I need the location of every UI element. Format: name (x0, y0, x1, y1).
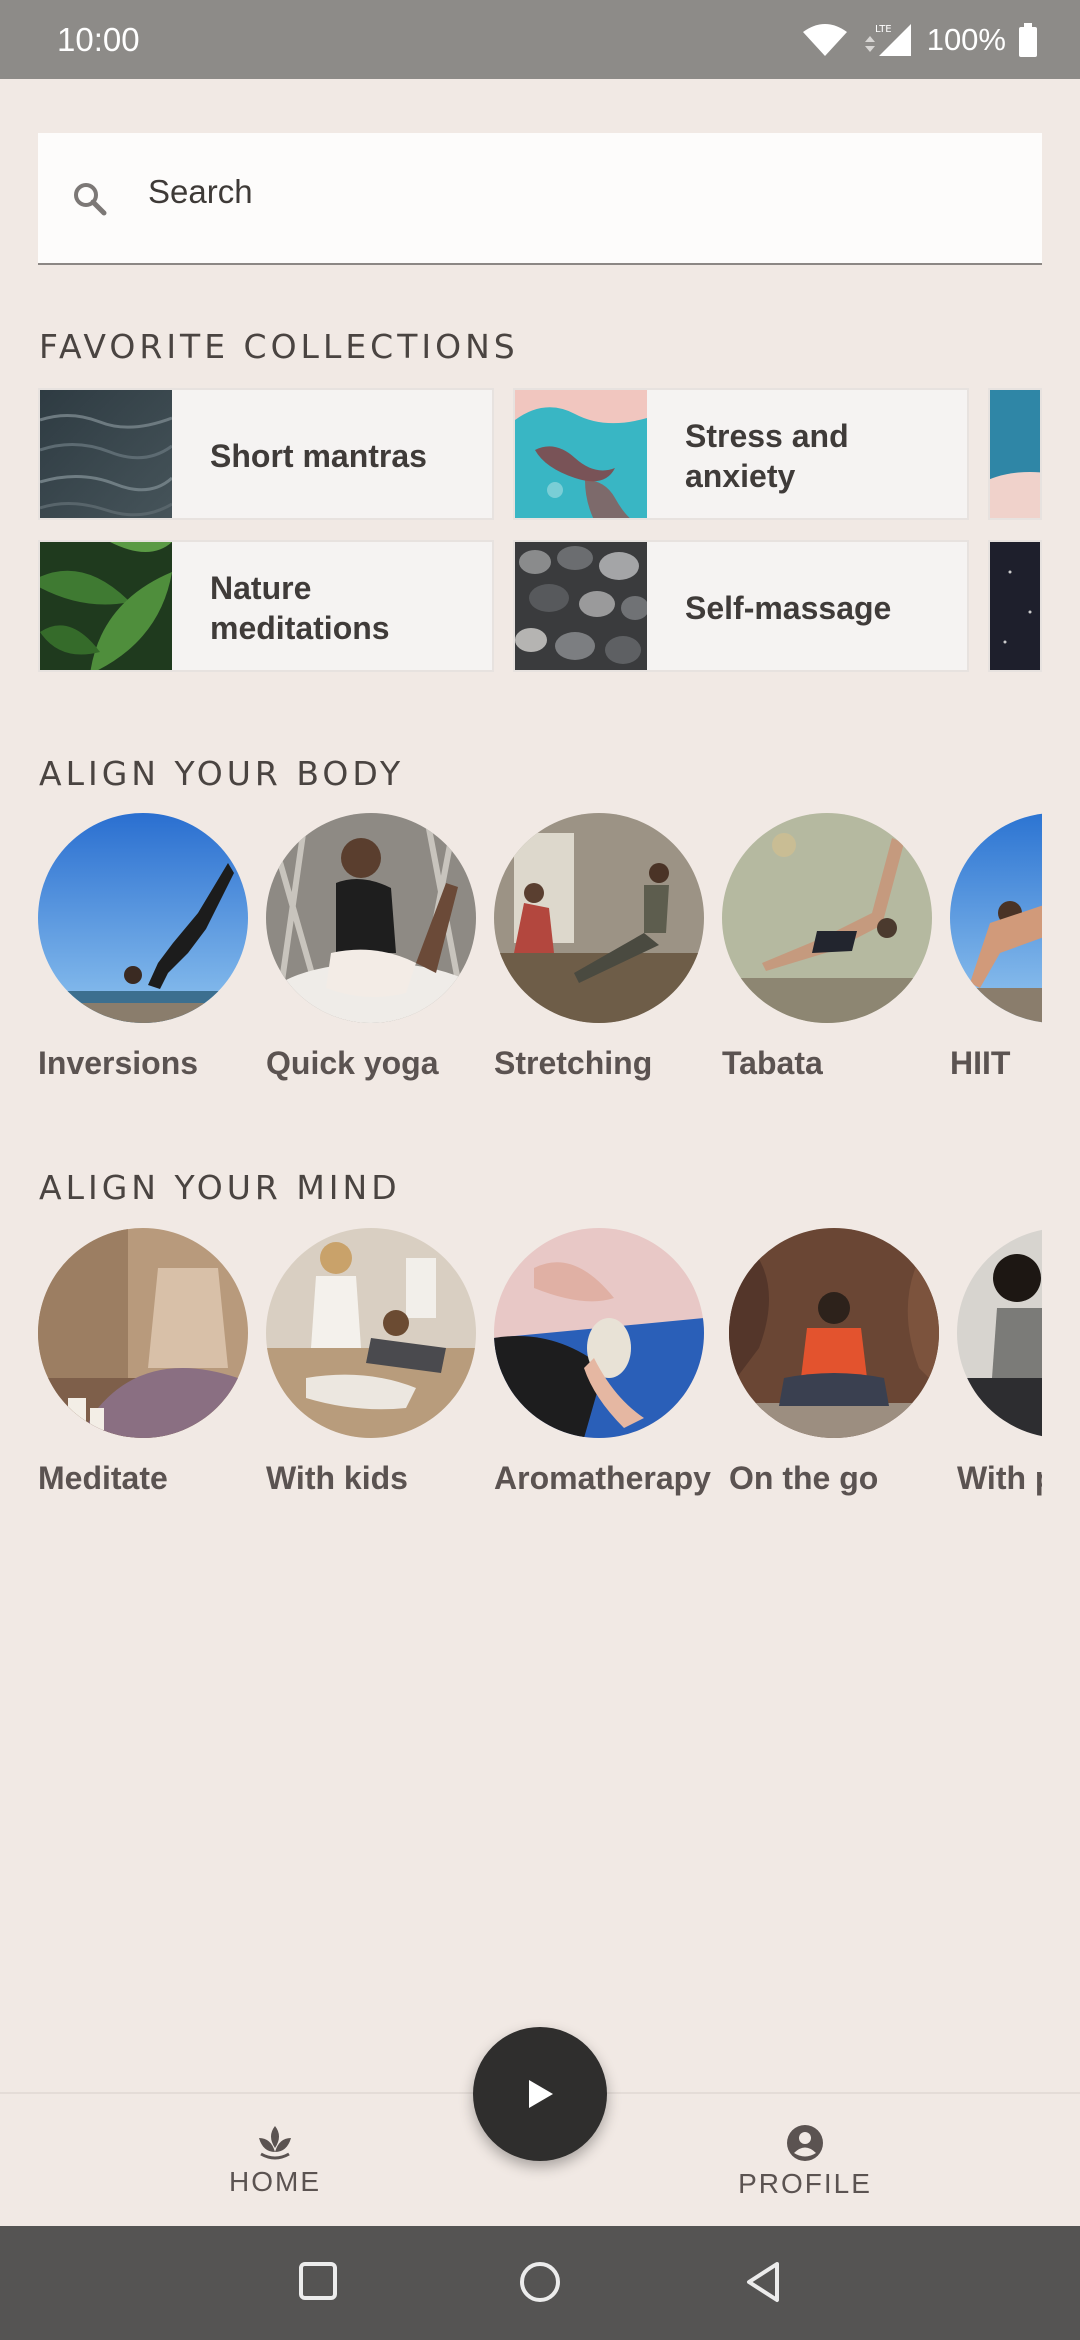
mind-item-with-p[interactable]: With p (957, 1228, 1042, 1497)
search-input[interactable]: Search (38, 133, 1042, 265)
mind-item-on-the-go[interactable]: On the go (729, 1228, 939, 1497)
aromatherapy-image (494, 1228, 704, 1438)
hiit-image (950, 813, 1042, 1023)
mind-item-meditate[interactable]: Meditate (38, 1228, 248, 1497)
mind-item-with-kids[interactable]: With kids (266, 1228, 476, 1497)
back-triangle-icon (747, 2262, 779, 2302)
meditate-image (38, 1228, 248, 1438)
on-the-go-image (729, 1228, 939, 1438)
tabata-image (722, 813, 932, 1023)
home-system-button[interactable] (518, 2260, 562, 2309)
wifi-icon (801, 22, 849, 58)
woman-sitting-image (957, 1228, 1042, 1438)
status-time: 10:00 (57, 20, 140, 58)
circle-label: Stretching (494, 1045, 653, 1081)
inversions-image (38, 813, 248, 1023)
nav-profile-label: PROFILE (738, 2168, 872, 2199)
nav-home-label: HOME (229, 2166, 321, 2197)
battery-percent: 100% (926, 21, 1006, 57)
align-mind-title: ALIGN YOUR MIND (39, 1168, 401, 1207)
with-kids-image (266, 1228, 476, 1438)
circle-label: Quick yoga (266, 1045, 439, 1081)
collection-label: Self-massage (685, 590, 892, 626)
recents-icon (299, 2262, 337, 2300)
circle-label: Meditate (38, 1460, 168, 1496)
battery-icon (1018, 22, 1038, 57)
status-icons: LTE 100% (801, 22, 1038, 58)
favorite-collections-title: FAVORITE COLLECTIONS (39, 327, 519, 366)
mind-item-aromatherapy[interactable]: Aromatherapy (494, 1228, 711, 1497)
collection-label: Nature meditations (210, 570, 390, 646)
ocean-waves-image (40, 390, 172, 518)
collection-card-nature-meditations[interactable]: Nature meditations (38, 540, 494, 672)
circle-label: With kids (266, 1460, 408, 1496)
lte-label: LTE (875, 24, 892, 35)
stretching-image (494, 813, 704, 1023)
lotus-icon (259, 2126, 291, 2160)
quick-yoga-image (266, 813, 476, 1023)
circle-label: HIIT (950, 1045, 1011, 1081)
body-item-quick-yoga[interactable]: Quick yoga (266, 813, 476, 1082)
night-sky-image (990, 542, 1040, 670)
collection-card-partial[interactable] (988, 388, 1042, 520)
sky-clouds-image (990, 390, 1040, 518)
app-screen: 10:00 LTE 100% Search FAVORITE COLLECTIO… (0, 0, 1080, 2340)
collection-card-stress-anxiety[interactable]: Stress and anxiety (513, 388, 969, 520)
account-circle-icon (787, 2125, 823, 2161)
nav-home[interactable]: HOME (175, 2124, 375, 2198)
play-icon (529, 2080, 553, 2108)
nav-profile[interactable]: PROFILE (705, 2124, 905, 2200)
system-navigation-bar (0, 2226, 1080, 2340)
collection-label: Stress and anxiety (685, 418, 849, 494)
pebbles-image (515, 542, 647, 670)
circle-label: On the go (729, 1460, 879, 1496)
circle-label: With p (957, 1460, 1042, 1496)
green-leaves-image (40, 542, 172, 670)
search-icon (70, 179, 110, 219)
status-bar: 10:00 LTE 100% (0, 0, 1080, 79)
lte-signal-icon: LTE (861, 22, 915, 58)
recents-button[interactable] (298, 2260, 338, 2307)
collection-label: Short mantras (210, 438, 427, 474)
body-item-tabata[interactable]: Tabata (722, 813, 932, 1082)
circle-label: Tabata (722, 1045, 823, 1081)
collection-card-self-massage[interactable]: Self-massage (513, 540, 969, 672)
collection-card-partial-2[interactable] (988, 540, 1042, 672)
circle-label: Inversions (38, 1045, 199, 1081)
play-button[interactable] (473, 2027, 607, 2161)
collection-card-short-mantras[interactable]: Short mantras (38, 388, 494, 520)
circle-label: Aromatherapy (494, 1460, 711, 1496)
body-item-hiit[interactable]: HIIT (950, 813, 1042, 1082)
search-placeholder: Search (148, 173, 253, 210)
body-item-stretching[interactable]: Stretching (494, 813, 704, 1082)
aerial-beach-image (515, 390, 647, 518)
back-button[interactable] (743, 2260, 783, 2309)
body-item-inversions[interactable]: Inversions (38, 813, 248, 1082)
align-body-title: ALIGN YOUR BODY (39, 754, 405, 793)
home-circle-icon (520, 2262, 560, 2302)
